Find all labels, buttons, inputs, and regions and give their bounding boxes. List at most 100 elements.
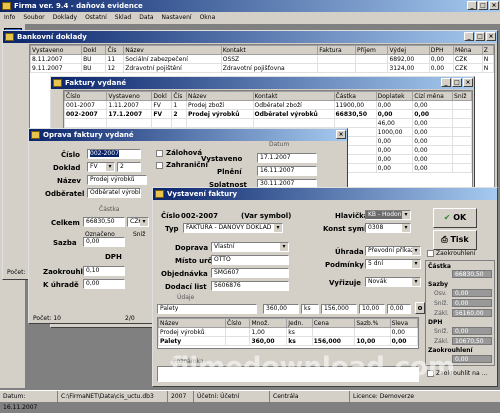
podminky-select[interactable]: 5 dní (365, 259, 421, 269)
typ-select[interactable]: FAKTURA - DAŇOVÝ DOKLAD (183, 223, 283, 233)
objednavka-field[interactable]: SMG607 (211, 268, 289, 278)
col-header[interactable]: Z (481, 45, 494, 55)
col-header[interactable]: Měna (453, 45, 483, 55)
uhrada-select[interactable]: Převodní příkaz (365, 246, 421, 256)
kuhrade-field[interactable]: 0,00 (83, 279, 125, 289)
col-header[interactable]: Množ. (249, 318, 288, 328)
table-row[interactable]: 9.11.2007 BU 12 Zdravotní pojištění Zdravotn… (30, 63, 494, 73)
plneni-field[interactable]: 16.11.2007 (257, 166, 317, 176)
cell: 0,00 (428, 54, 455, 64)
zaokrouhleni-checkbox[interactable] (427, 250, 434, 257)
items-table[interactable]: Název Číslo Množ. Jedn. Cena Sazb.% Sleva Prod… (157, 317, 419, 349)
table-row[interactable]: Palety 360,00 ks 156,000 10,00 0,00 (158, 336, 418, 346)
menu-soubor[interactable]: Soubor (23, 12, 44, 24)
cell: 0,00 (389, 336, 418, 346)
entry-add-button[interactable]: o (415, 302, 425, 314)
zaokrouhlit-field[interactable]: 0,10 (83, 266, 125, 276)
menu-info[interactable]: Info (4, 12, 15, 24)
misto-field[interactable]: OTTO (211, 255, 289, 265)
table-row[interactable]: 8.11.2007 BU 11 Sociální zabezpečení OSSZ 689… (30, 54, 494, 64)
col-header[interactable]: Cena (311, 318, 356, 328)
menu-nastaveni[interactable]: Nastavení (162, 12, 192, 24)
ok-button[interactable]: ✔ OK (433, 208, 477, 228)
col-header[interactable]: DPH (428, 45, 455, 55)
zalohova-checkbox[interactable] (156, 150, 163, 157)
issue-cislo-label: Číslo (161, 212, 180, 220)
entry-qty[interactable]: 360,00 (263, 304, 299, 314)
menu-ostatni[interactable]: Ostatní (85, 12, 107, 24)
col-header[interactable]: Číslo (64, 91, 108, 101)
col-header[interactable]: Sníž (452, 91, 472, 101)
menu-doklady[interactable]: Doklady (53, 12, 77, 24)
bank-close-button[interactable]: × (486, 32, 496, 41)
menu-sklad[interactable]: Sklad (115, 12, 131, 24)
col-header[interactable]: Kontakt (220, 45, 319, 55)
col-header[interactable]: Jedn. (286, 318, 313, 328)
celkem-field[interactable]: 66830,50 (83, 217, 125, 227)
table-row[interactable]: 002-2007 17.1.2007 FV 2 Prodej výrobků Odběra… (64, 109, 472, 119)
menu-data[interactable]: Data (139, 12, 153, 24)
cell (354, 63, 389, 73)
zahranicni-checkbox[interactable] (156, 162, 163, 169)
cell (317, 54, 356, 64)
doprava-select[interactable]: Vlastní (211, 242, 289, 252)
odberatel-field[interactable]: Odběratel výrobků (87, 188, 141, 198)
dodaci-field[interactable]: 5606876 (211, 281, 289, 291)
celkem-label: Celkem (51, 219, 80, 227)
col-header[interactable]: Název (123, 45, 222, 55)
col-header[interactable]: Částka (333, 91, 377, 101)
minimize-button[interactable]: _ (467, 1, 477, 10)
col-header[interactable]: Čís (105, 45, 125, 55)
invoices-close-button[interactable]: × (463, 78, 473, 87)
bank-maximize-button[interactable]: □ (475, 32, 485, 41)
col-header[interactable]: Dokl (81, 45, 107, 55)
cell: 156,000 (311, 336, 356, 346)
col-header[interactable]: Výdej (387, 45, 430, 55)
nazev-field[interactable]: Prodej výrobků (87, 175, 147, 185)
invoices-maximize-button[interactable]: □ (452, 78, 462, 87)
vystaveno-field[interactable]: 17.1.2007 (257, 153, 317, 163)
col-header[interactable]: Cizí měna (412, 91, 454, 101)
entry-discount[interactable]: 0,00 (387, 304, 411, 314)
cislo-field[interactable]: 002-2007 (87, 149, 141, 159)
maximize-button[interactable]: □ (478, 1, 488, 10)
col-header[interactable]: Vystaveno (106, 91, 153, 101)
table-row[interactable]: 001-2007 1.11.2007 FV 1 Prodej zboží Odběrate… (64, 100, 472, 110)
col-header[interactable]: Příjem (354, 45, 389, 55)
vyuzuje-select[interactable]: Novák (365, 277, 421, 287)
invoices-minimize-button[interactable]: _ (441, 78, 451, 87)
sazba-field[interactable]: 0,00 (83, 237, 125, 247)
close-button[interactable]: × (489, 1, 499, 10)
cell: FV (151, 100, 173, 110)
konst-select[interactable]: 0308 (365, 223, 411, 233)
col-header[interactable]: Čís (171, 91, 188, 101)
cell: Prodej výrobků (186, 109, 254, 119)
col-header[interactable]: Doplatek (375, 91, 414, 101)
edit-close-button[interactable]: × (336, 130, 346, 139)
col-header[interactable]: Název (158, 318, 227, 328)
entry-unit[interactable]: ks (301, 304, 319, 314)
col-header[interactable]: Dokl (151, 91, 173, 101)
table-row[interactable]: 46,00 0,00 (64, 118, 472, 128)
cell: Odběratel zboží (252, 100, 335, 110)
cell: ks (286, 336, 313, 346)
entry-name[interactable]: Palety (157, 304, 257, 314)
col-header[interactable]: Vystaveno (30, 45, 83, 55)
col-header[interactable]: Číslo (225, 318, 251, 328)
col-header[interactable]: Sazb.% (354, 318, 391, 328)
print-button[interactable]: ⎙ Tisk (433, 230, 477, 250)
col-header[interactable]: Faktura (317, 45, 356, 55)
menu-okna[interactable]: Okna (200, 12, 216, 24)
hlavicka-select[interactable]: KB - Hodonín (365, 210, 411, 220)
mena-select[interactable]: CZK (127, 217, 149, 227)
col-header[interactable]: Sleva (389, 318, 418, 328)
col-header[interactable]: Název (186, 91, 254, 101)
bank-minimize-button[interactable]: _ (464, 32, 474, 41)
col-header[interactable]: Kontakt (252, 91, 335, 101)
table-row[interactable]: Prodej výrobků 1,00 ks 0,00 (158, 327, 418, 337)
doklad-select[interactable]: FV (87, 162, 115, 172)
entry-price[interactable]: 156,000 (321, 304, 357, 314)
doklad-number[interactable]: 2 (117, 162, 141, 172)
entry-vat[interactable]: 10,00 (359, 304, 385, 314)
print-icon: ⎙ (441, 235, 448, 244)
